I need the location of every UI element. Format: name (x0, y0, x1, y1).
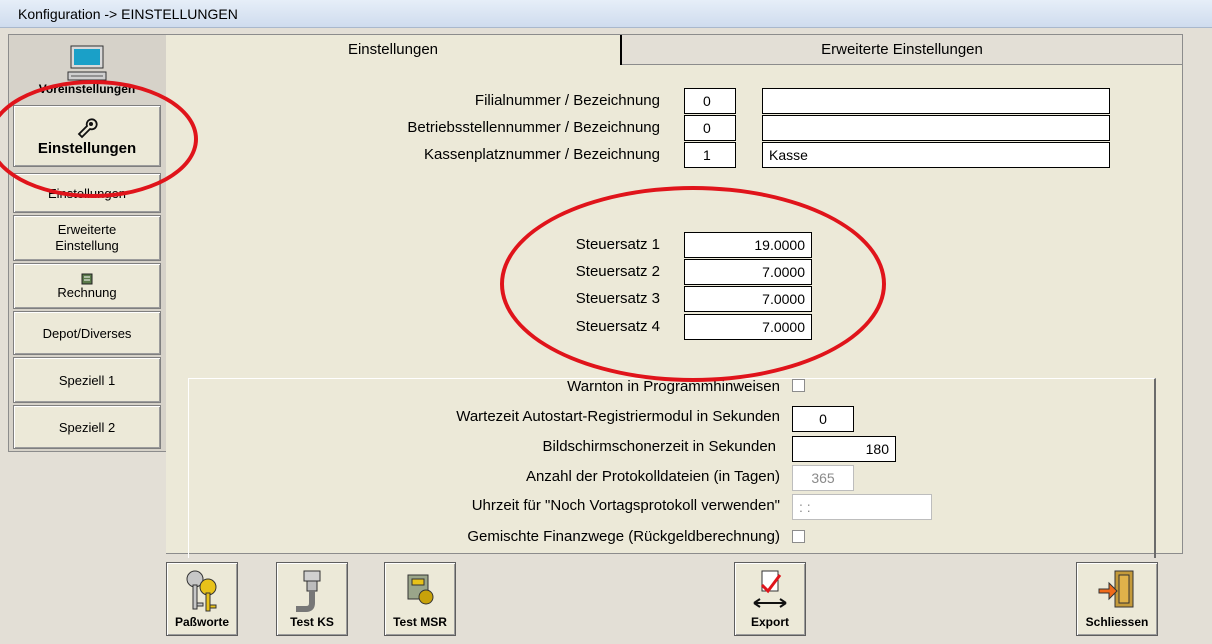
document-icon (81, 273, 93, 284)
steuersatz-1-label: Steuersatz 1 (575, 236, 660, 253)
bildschirmschoner-field[interactable]: 180 (792, 436, 896, 462)
finanzwege-label: Gemischte Finanzwege (Rückgeldberechnung… (467, 528, 780, 545)
finanzwege-checkbox[interactable] (792, 530, 805, 543)
protokolldateien-label: Anzahl der Protokolldateien (in Tagen) (525, 468, 780, 485)
kassenplatznummer-field[interactable]: 1 (684, 142, 736, 168)
exit-door-icon (1098, 570, 1134, 608)
export-icon (753, 570, 787, 608)
warnton-label: Warnton in Programmhinweisen (567, 378, 780, 395)
sidebar-item-einstellungen[interactable]: Einstellungen (13, 173, 161, 213)
sidebar-item-label: Speziell 2 (58, 419, 116, 435)
uhrzeit-field[interactable]: : : (792, 494, 932, 520)
kassenplatznummer-label: Kassenplatznummer / Bezeichnung (424, 146, 660, 163)
sidebar-item-einstellungen-active[interactable]: Einstellungen (13, 105, 161, 167)
betriebsstellen-bezeichnung-field[interactable] (762, 115, 1110, 141)
test-msr-button[interactable]: Test MSR (384, 562, 456, 636)
keys-icon (186, 570, 217, 612)
export-button[interactable]: Export (734, 562, 806, 636)
steuersatz-2-field[interactable]: 7.0000 (684, 259, 812, 285)
warnton-checkbox[interactable] (792, 379, 805, 392)
sidebar: Voreinstellungen Einstellungen Einstellu… (8, 34, 168, 452)
schliessen-label: Schliessen (1085, 615, 1149, 629)
schliessen-button[interactable]: Schliessen (1076, 562, 1158, 636)
wartezeit-label: Wartezeit Autostart-Registriermodul in S… (456, 408, 780, 425)
steuersatz-4-label: Steuersatz 4 (575, 318, 660, 335)
test-msr-label: Test MSR (393, 615, 447, 629)
sidebar-item-label: Depot/Diverses (42, 325, 132, 341)
sidebar-item-label: Einstellungen (47, 185, 127, 201)
wrench-icon (77, 117, 98, 138)
passworte-label: Paßworte (174, 615, 229, 629)
test-ks-label: Test KS (290, 615, 334, 629)
kassenplatz-bezeichnung-field[interactable]: Kasse (762, 142, 1110, 168)
test-ks-button[interactable]: Test KS (276, 562, 348, 636)
computer-icon (67, 45, 107, 81)
window-title: Konfiguration -> EINSTELLUNGEN (0, 0, 1212, 28)
sidebar-item-voreinstellungen[interactable]: Voreinstellungen (13, 37, 161, 103)
filialnummer-label: Filialnummer / Bezeichnung (474, 92, 660, 109)
passworte-button[interactable]: Paßworte (166, 562, 238, 636)
tab-erweiterte-einstellungen[interactable]: Erweiterte Einstellungen (622, 35, 1182, 65)
tab-einstellungen[interactable]: Einstellungen (166, 35, 622, 65)
sidebar-item-label: Voreinstellungen (38, 82, 136, 96)
filial-bezeichnung-field[interactable] (762, 88, 1110, 114)
sidebar-item-rechnung[interactable]: Rechnung (13, 263, 161, 309)
sidebar-item-label: Einstellungen (37, 139, 137, 157)
sidebar-item-erweiterte[interactable]: Erweiterte Einstellung (13, 215, 161, 261)
app-body: Voreinstellungen Einstellungen Einstellu… (0, 28, 1212, 644)
sidebar-item-label: Speziell 1 (58, 372, 116, 388)
bildschirmschoner-label: Bildschirmschonerzeit in Sekunden (542, 438, 776, 455)
steuersatz-1-field[interactable]: 19.0000 (684, 232, 812, 258)
uhrzeit-label: Uhrzeit für "Noch Vortagsprotokoll verwe… (471, 497, 780, 514)
cable-plug-icon (296, 570, 321, 612)
betriebsstellennummer-label: Betriebsstellennummer / Bezeichnung (407, 119, 660, 136)
steuersatz-2-label: Steuersatz 2 (575, 263, 660, 280)
sidebar-item-speziell-2[interactable]: Speziell 2 (13, 405, 161, 449)
filialnummer-field[interactable]: 0 (684, 88, 736, 114)
wartezeit-field[interactable]: 0 (792, 406, 854, 432)
bottom-toolbar: Paßworte Test KS Test MSR Export Schlies… (166, 558, 1182, 638)
steuersatz-3-field[interactable]: 7.0000 (684, 286, 812, 312)
betriebsstellennummer-field[interactable]: 0 (684, 115, 736, 141)
export-label: Export (750, 615, 789, 629)
sidebar-item-depot[interactable]: Depot/Diverses (13, 311, 161, 355)
sidebar-item-label: Rechnung (57, 284, 117, 300)
sidebar-item-label: Erweiterte Einstellung (55, 222, 119, 253)
protokolldateien-field[interactable]: 365 (792, 465, 854, 491)
sidebar-item-speziell-1[interactable]: Speziell 1 (13, 357, 161, 403)
card-reader-icon (407, 574, 434, 605)
steuersatz-3-label: Steuersatz 3 (575, 290, 660, 307)
steuersatz-4-field[interactable]: 7.0000 (684, 314, 812, 340)
